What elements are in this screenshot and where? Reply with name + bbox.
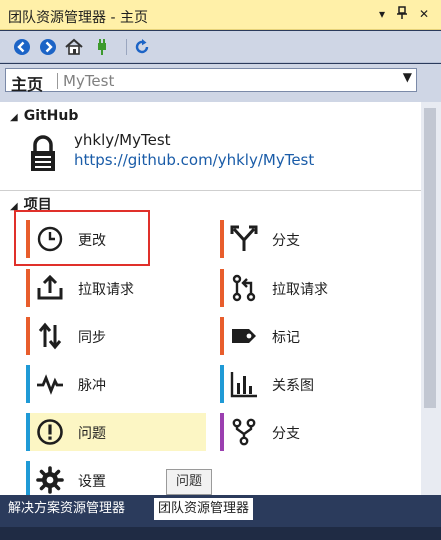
tile-label: 问题 bbox=[78, 426, 106, 442]
current-repo-label: MyTest bbox=[63, 72, 115, 90]
issue-icon bbox=[36, 418, 64, 446]
sync-arrows-icon bbox=[36, 322, 64, 350]
github-repo-link[interactable]: https://github.com/yhkly/MyTest bbox=[74, 151, 314, 169]
github-repo-name: yhkly/MyTest bbox=[74, 131, 171, 149]
tile-accent-bar bbox=[26, 269, 30, 307]
home-label: 主页 bbox=[11, 75, 44, 94]
home-selector-combo[interactable]: 主页 MyTest ▼ bbox=[5, 68, 417, 94]
pin-icon[interactable] bbox=[394, 6, 410, 22]
close-icon[interactable]: ✕ bbox=[416, 6, 432, 22]
tile-branches[interactable]: 分支 bbox=[220, 220, 400, 258]
tab-team-explorer[interactable]: 团队资源管理器 bbox=[154, 498, 254, 520]
window-dropdown-icon[interactable]: ▾ bbox=[374, 6, 390, 22]
lock-icon bbox=[28, 134, 58, 174]
pulse-icon bbox=[36, 370, 64, 398]
pull-request-icon bbox=[230, 274, 258, 302]
graph-icon bbox=[230, 370, 258, 398]
tile-accent-bar bbox=[220, 269, 224, 307]
tooltip: 问题 bbox=[166, 469, 212, 495]
tile-issues[interactable]: 问题 bbox=[26, 413, 206, 451]
tile-pull-requests-right[interactable]: 拉取请求 bbox=[220, 269, 400, 307]
tile-forks[interactable]: 分支 bbox=[220, 413, 400, 451]
tile-label: 拉取请求 bbox=[78, 282, 134, 298]
window-title: 团队资源管理器 - 主页 bbox=[8, 10, 148, 26]
tab-solution-explorer[interactable]: 解决方案资源管理器 bbox=[4, 498, 129, 520]
title-bar: 团队资源管理器 - 主页 ▾ ✕ bbox=[0, 0, 441, 30]
tile-pull-requests[interactable]: 拉取请求 bbox=[26, 269, 206, 307]
github-section-title: GitHub bbox=[23, 108, 79, 124]
tile-label: 分支 bbox=[272, 233, 300, 249]
toolbar bbox=[0, 31, 441, 63]
collapse-triangle-icon[interactable]: ◢ bbox=[10, 112, 18, 123]
tile-label: 关系图 bbox=[272, 378, 314, 394]
tile-tags[interactable]: 标记 bbox=[220, 317, 400, 355]
scrollbar-thumb[interactable] bbox=[424, 108, 436, 408]
connect-icon[interactable] bbox=[92, 37, 112, 57]
tile-accent-bar bbox=[26, 413, 30, 451]
tile-accent-bar bbox=[26, 461, 30, 495]
toolbar-separator bbox=[126, 39, 127, 55]
gear-icon bbox=[36, 466, 64, 494]
github-section-header[interactable]: ◢ GitHub bbox=[10, 108, 78, 124]
bottom-strip bbox=[0, 527, 441, 540]
fork-icon bbox=[230, 418, 258, 446]
tile-label: 同步 bbox=[78, 330, 106, 346]
branch-icon bbox=[230, 225, 258, 253]
tile-label: 脉冲 bbox=[78, 378, 106, 394]
selection-highlight-box bbox=[14, 210, 150, 266]
tile-accent-bar bbox=[26, 365, 30, 403]
section-divider bbox=[0, 190, 421, 191]
tile-pulse[interactable]: 脉冲 bbox=[26, 365, 206, 403]
bottom-tab-strip: 解决方案资源管理器 团队资源管理器 bbox=[0, 495, 441, 525]
back-icon[interactable] bbox=[12, 37, 32, 57]
tile-accent-bar bbox=[26, 317, 30, 355]
tile-label: 设置 bbox=[78, 474, 106, 490]
home-icon[interactable] bbox=[64, 37, 84, 57]
tile-accent-bar bbox=[220, 365, 224, 403]
home-selector-bar: 主页 MyTest ▼ bbox=[0, 64, 441, 102]
tile-graph[interactable]: 关系图 bbox=[220, 365, 400, 403]
tile-label: 分支 bbox=[272, 426, 300, 442]
refresh-icon[interactable] bbox=[132, 37, 152, 57]
tile-accent-bar bbox=[220, 317, 224, 355]
tile-label: 拉取请求 bbox=[272, 282, 328, 298]
home-page-panel: ◢ GitHub yhkly/MyTest https://github.com/… bbox=[0, 102, 421, 495]
tile-sync[interactable]: 同步 bbox=[26, 317, 206, 355]
tile-label: 标记 bbox=[272, 330, 300, 346]
tile-accent-bar bbox=[220, 413, 224, 451]
tag-icon bbox=[230, 322, 258, 350]
team-explorer-window: 团队资源管理器 - 主页 ▾ ✕ 主页 MyTest ▼ ◢ GitHub yh… bbox=[0, 0, 441, 540]
home-separator bbox=[57, 73, 58, 89]
chevron-down-icon[interactable]: ▼ bbox=[403, 70, 412, 84]
tile-accent-bar bbox=[220, 220, 224, 258]
pull-request-upload-icon bbox=[36, 274, 64, 302]
forward-icon[interactable] bbox=[38, 37, 58, 57]
